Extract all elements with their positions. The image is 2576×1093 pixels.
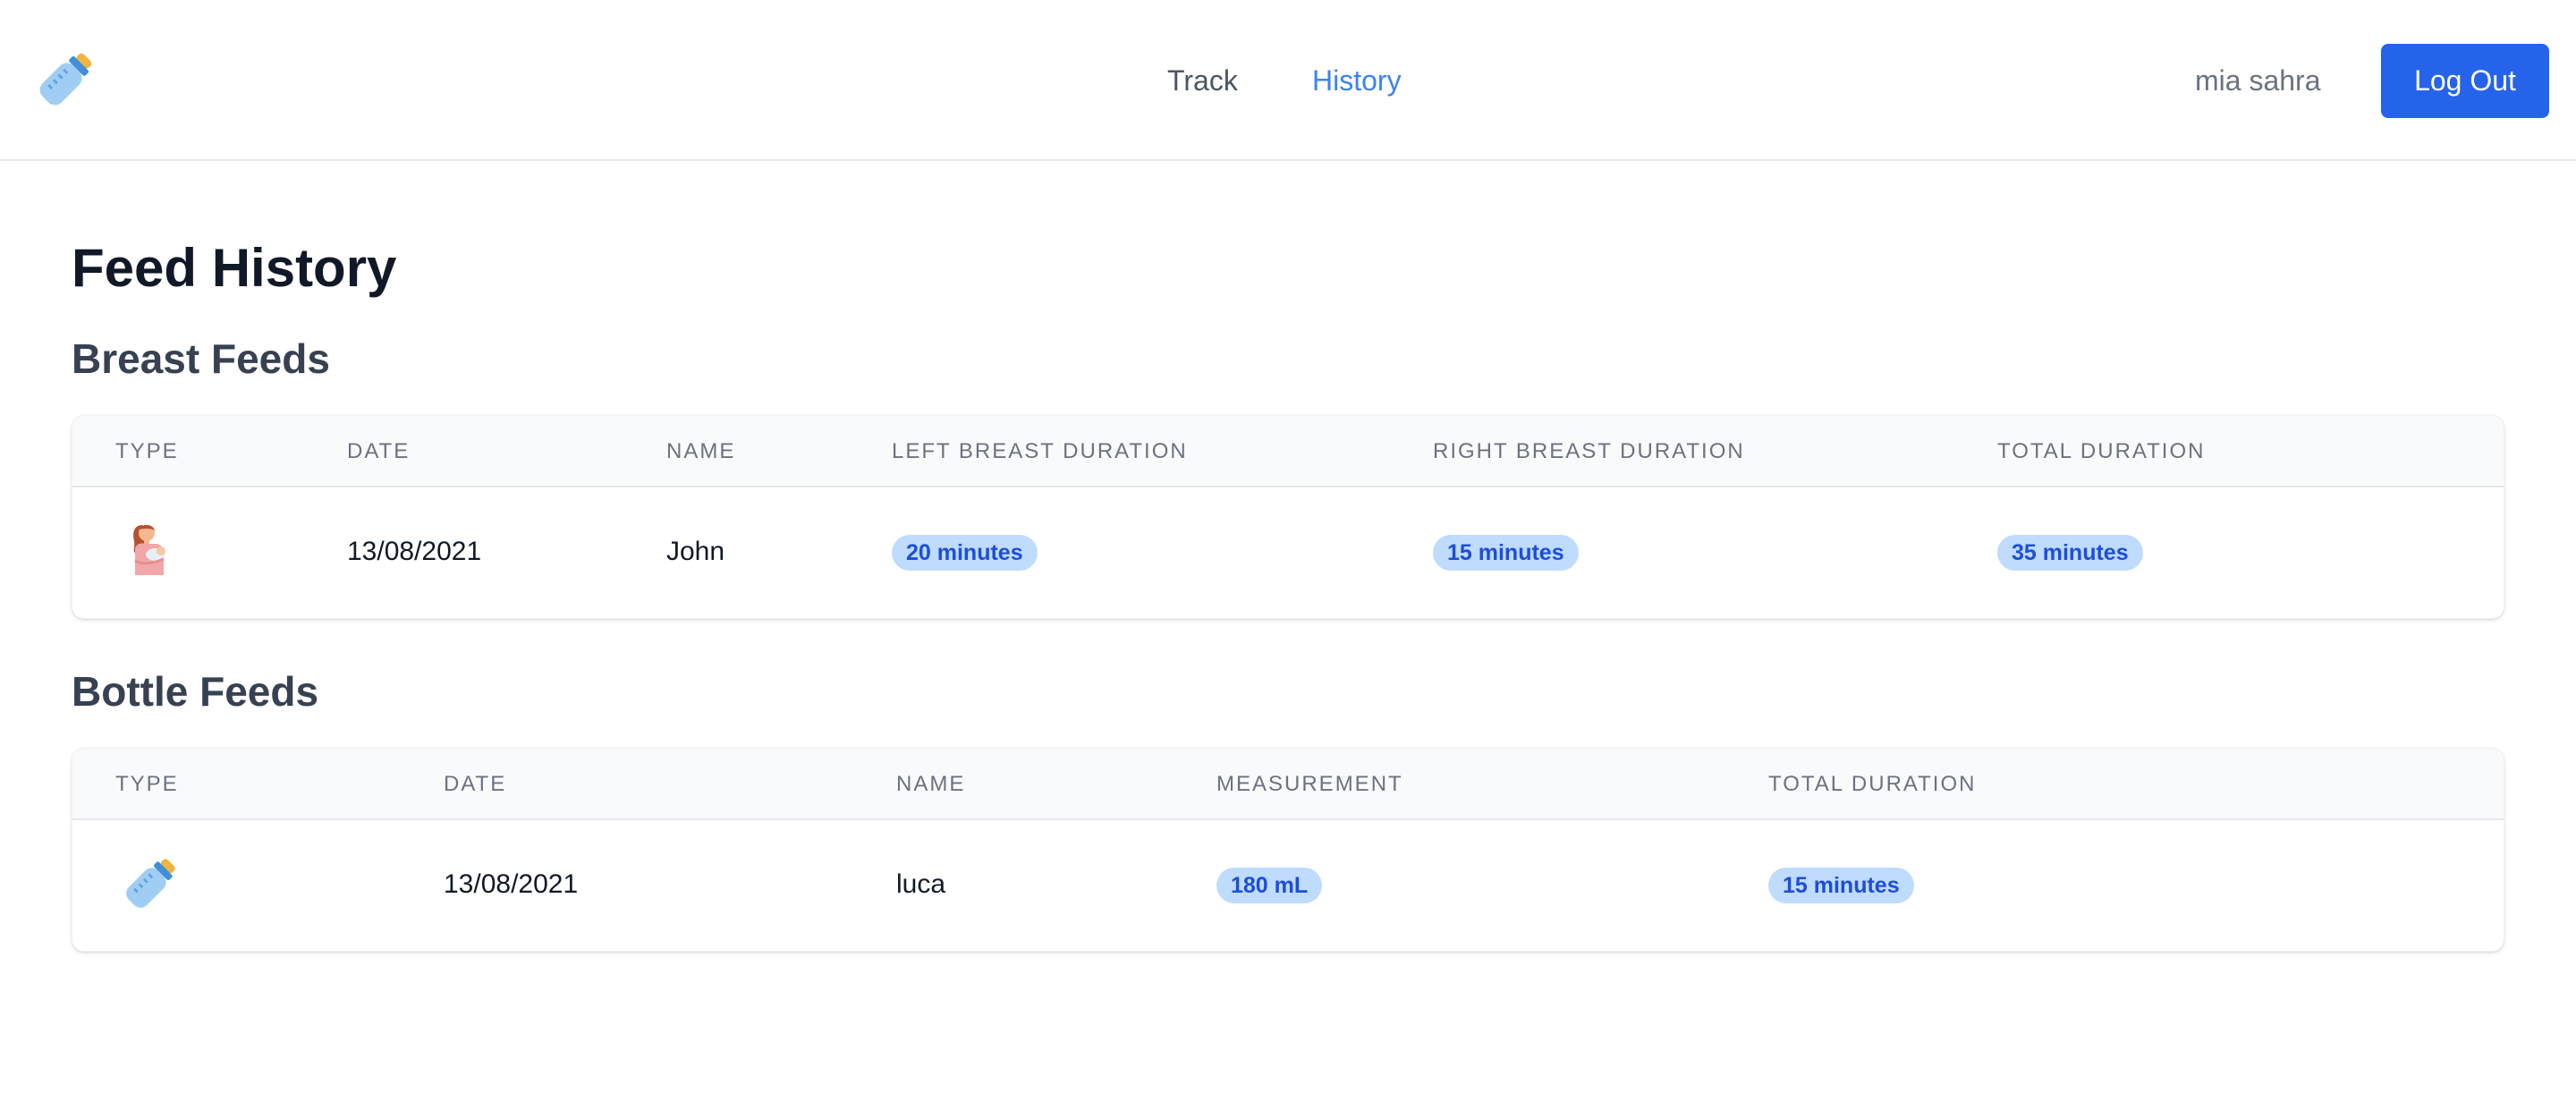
- table-header: Type Date Name Left Breast Duration Righ…: [72, 416, 2504, 487]
- column-header-type: Type: [115, 772, 179, 796]
- total-duration-badge: 35 minutes: [1997, 535, 2143, 571]
- table-row: 13/08/2021 John 20 minutes 15 minutes 35…: [72, 487, 2504, 618]
- breast-feeds-title: Breast Feeds: [72, 335, 330, 382]
- column-header-date: Date: [347, 439, 411, 463]
- left-duration-badge: 20 minutes: [892, 535, 1038, 571]
- column-header-name: Name: [896, 772, 966, 796]
- measurement-badge: 180 mL: [1216, 868, 1323, 903]
- column-header-date: Date: [444, 772, 507, 796]
- breast-feeds-table: Type Date Name Left Breast Duration Righ…: [72, 415, 2504, 619]
- baby-bottle-icon[interactable]: [32, 47, 98, 113]
- table-row: 13/08/2021 luca 180 mL 15 minutes: [72, 820, 2504, 951]
- top-navbar: Track History mia sahra Log Out: [0, 0, 2576, 161]
- column-header-name: Name: [666, 439, 736, 463]
- user-name: mia sahra: [2195, 64, 2321, 97]
- column-header-left-breast-duration: Left Breast Duration: [892, 439, 1188, 463]
- nav-link-track[interactable]: Track: [1167, 63, 1238, 98]
- nav-link-history[interactable]: History: [1312, 63, 1402, 98]
- column-header-right-breast-duration: Right Breast Duration: [1433, 439, 1745, 463]
- column-header-type: Type: [115, 439, 179, 463]
- logout-button[interactable]: Log Out: [2381, 44, 2549, 118]
- page-title: Feed History: [72, 238, 397, 298]
- right-duration-badge: 15 minutes: [1433, 535, 1579, 571]
- baby-name: luca: [896, 869, 946, 899]
- bottle-feeds-table: Type Date Name Measurement Total Duratio…: [72, 748, 2504, 952]
- column-header-total-duration: Total Duration: [1997, 439, 2206, 463]
- bottle-feeds-title: Bottle Feeds: [72, 668, 319, 715]
- column-header-measurement: Measurement: [1216, 772, 1403, 796]
- column-header-total-duration: Total Duration: [1768, 772, 1977, 796]
- feed-date: 13/08/2021: [444, 869, 579, 899]
- table-header: Type Date Name Measurement Total Duratio…: [72, 749, 2504, 820]
- breastfeeding-icon: [128, 521, 173, 581]
- baby-bottle-icon: [119, 852, 182, 919]
- baby-name: John: [666, 537, 725, 566]
- feed-date: 13/08/2021: [347, 537, 482, 566]
- total-duration-badge: 15 minutes: [1768, 868, 1914, 903]
